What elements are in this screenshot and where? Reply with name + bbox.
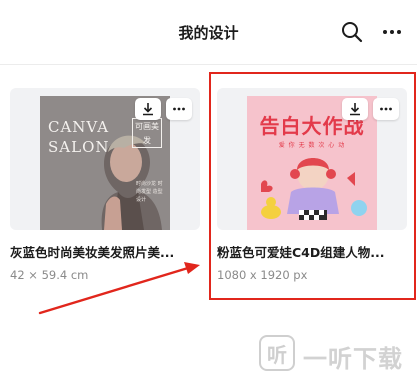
watermark-logo: 听 一听下载	[255, 333, 417, 373]
screen: 我的设计 CANVA SALON 可画美发 时尚沙龙 时尚发型 造型设计 灰蓝色…	[0, 0, 417, 375]
annotation-arrow	[38, 262, 200, 315]
watermark-text: 一听下载	[303, 345, 403, 373]
watermark-mark: 听	[259, 335, 295, 371]
